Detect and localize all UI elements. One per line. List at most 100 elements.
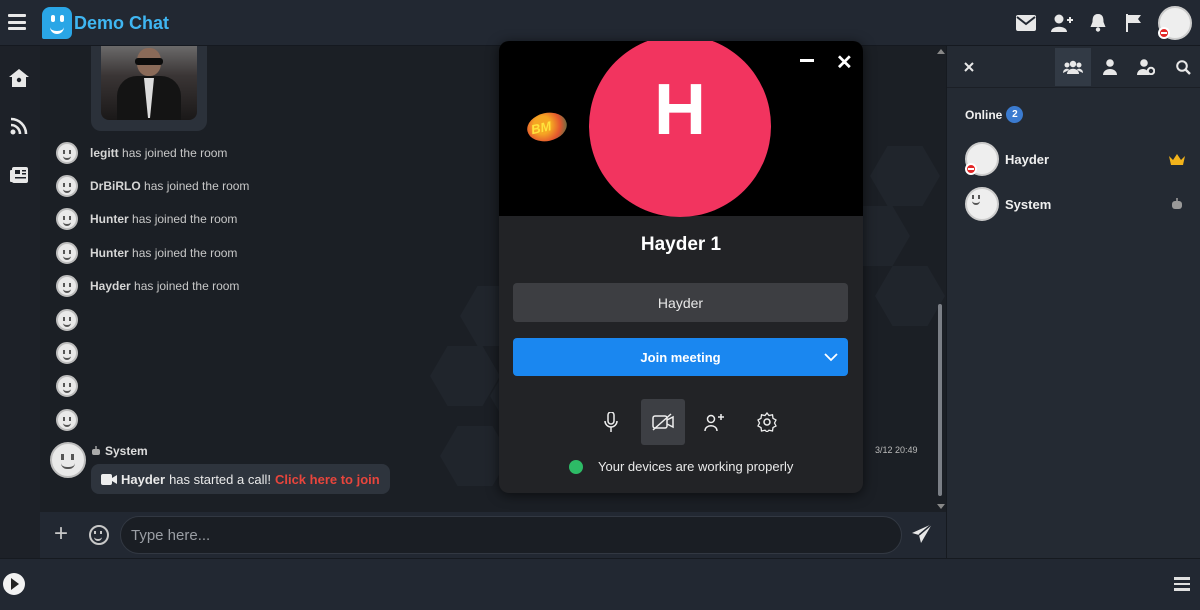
user-list-item[interactable]: System <box>965 186 1185 222</box>
flag-icon[interactable] <box>1122 11 1146 35</box>
user-avatar <box>965 187 999 221</box>
footer-bar <box>0 558 1200 610</box>
join-meeting-button[interactable]: Join meeting <box>513 338 848 376</box>
dnd-status-icon <box>1158 27 1170 39</box>
event-text: has joined the room <box>134 279 240 293</box>
news-icon[interactable] <box>7 163 31 187</box>
minimize-icon[interactable] <box>800 59 814 62</box>
shared-photo[interactable] <box>101 46 197 120</box>
system-avatar-large[interactable] <box>50 442 86 478</box>
dnd-status-icon <box>965 163 977 175</box>
device-status: Your devices are working properly <box>569 459 793 474</box>
bot-icon <box>92 446 100 455</box>
event-user[interactable]: Hunter <box>90 212 129 226</box>
empty-event <box>56 375 78 397</box>
user-settings-icon[interactable] <box>1128 48 1164 86</box>
online-label: Online <box>965 107 1003 122</box>
device-status-text: Your devices are working properly <box>598 459 794 474</box>
system-avatar <box>56 208 78 230</box>
camera-off-icon[interactable] <box>641 399 685 445</box>
online-header: Online 2 <box>965 106 1024 123</box>
plus-icon[interactable]: + <box>54 522 68 546</box>
call-user[interactable]: Hayder <box>121 472 165 487</box>
input-bar: + <box>40 512 946 558</box>
chevron-down-icon[interactable] <box>824 350 838 364</box>
meeting-modal: BM H ✕ Hayder 1 Hayder Join meeting Your… <box>499 41 863 493</box>
join-event: legitt has joined the room <box>56 142 227 164</box>
join-event: Hunter has joined the room <box>56 208 237 230</box>
event-user[interactable]: Hunter <box>90 246 129 260</box>
message-time: 3/12 20:49 <box>875 445 918 455</box>
close-icon[interactable]: ✕ <box>836 50 853 75</box>
message-input[interactable] <box>120 516 902 554</box>
event-text: has joined the room <box>122 146 228 160</box>
close-panel-icon[interactable] <box>951 48 987 86</box>
users-group-icon[interactable] <box>1055 48 1091 86</box>
user-list-item[interactable]: Hayder <box>965 141 1185 177</box>
call-text: has started a call! <box>169 471 271 487</box>
brand-name: Demo Chat <box>74 13 170 33</box>
top-bar: Demo Chat <box>0 0 1200 46</box>
author-name: System <box>105 444 148 458</box>
emoji-icon[interactable] <box>89 525 109 545</box>
avatar-letter: H <box>654 70 706 150</box>
event-user[interactable]: Hayder <box>90 279 131 293</box>
menu-icon[interactable] <box>1174 577 1190 591</box>
home-icon[interactable] <box>7 66 31 90</box>
menu-icon[interactable] <box>8 14 26 30</box>
system-avatar <box>56 142 78 164</box>
system-avatar <box>56 375 78 397</box>
join-event: DrBiRLO has joined the room <box>56 175 249 197</box>
send-icon[interactable] <box>912 523 934 546</box>
participant-avatar: H <box>589 41 771 217</box>
bell-icon[interactable] <box>1086 11 1110 35</box>
join-event: Hunter has joined the room <box>56 242 237 264</box>
mail-icon[interactable] <box>1014 11 1038 35</box>
add-friend-icon[interactable] <box>1050 11 1074 35</box>
empty-event <box>56 309 78 331</box>
system-avatar <box>56 275 78 297</box>
display-name-field[interactable]: Hayder <box>513 283 848 322</box>
event-text: has joined the room <box>132 212 238 226</box>
meeting-room-name: Hayder 1 <box>640 234 722 255</box>
event-text: has joined the room <box>144 179 250 193</box>
status-ok-icon <box>569 459 583 474</box>
users-panel: Online 2 Hayder System <box>946 46 1200 558</box>
room-logo: BM <box>524 109 570 145</box>
scrollbar-thumb[interactable] <box>938 304 942 496</box>
user-avatar <box>965 142 999 176</box>
user-name: System <box>1005 196 1052 212</box>
system-avatar <box>56 309 78 331</box>
system-avatar <box>56 242 78 264</box>
event-user[interactable]: DrBiRLO <box>90 179 141 193</box>
empty-event <box>56 409 78 431</box>
invite-icon[interactable] <box>693 399 737 445</box>
event-user[interactable]: legitt <box>90 146 119 160</box>
microphone-icon[interactable] <box>589 399 633 445</box>
user-name: Hayder <box>1005 151 1050 167</box>
crown-icon <box>1169 151 1185 167</box>
event-text: has joined the room <box>132 246 238 260</box>
join-label: Join meeting <box>640 349 721 365</box>
user-avatar[interactable] <box>1158 6 1192 40</box>
device-controls <box>589 399 789 445</box>
message-author[interactable]: System <box>91 444 148 458</box>
search-icon[interactable] <box>1165 48 1200 86</box>
system-avatar <box>56 175 78 197</box>
rss-icon[interactable] <box>7 114 31 138</box>
panel-tabs <box>947 46 1200 88</box>
call-message: Hayder has started a call! Click here to… <box>91 464 390 494</box>
system-avatar <box>56 409 78 431</box>
bot-icon <box>1169 196 1185 212</box>
online-count-badge: 2 <box>1006 106 1024 123</box>
join-event: Hayder has joined the room <box>56 275 239 297</box>
system-avatar <box>56 342 78 364</box>
settings-gear-icon[interactable] <box>745 399 789 445</box>
join-call-link[interactable]: Click here to join <box>275 472 380 487</box>
meeting-preview: BM H ✕ <box>499 41 863 217</box>
image-message[interactable] <box>91 46 207 131</box>
logo-icon <box>42 7 72 39</box>
play-icon[interactable] <box>3 573 25 595</box>
empty-event <box>56 342 78 364</box>
user-icon[interactable] <box>1092 48 1128 86</box>
